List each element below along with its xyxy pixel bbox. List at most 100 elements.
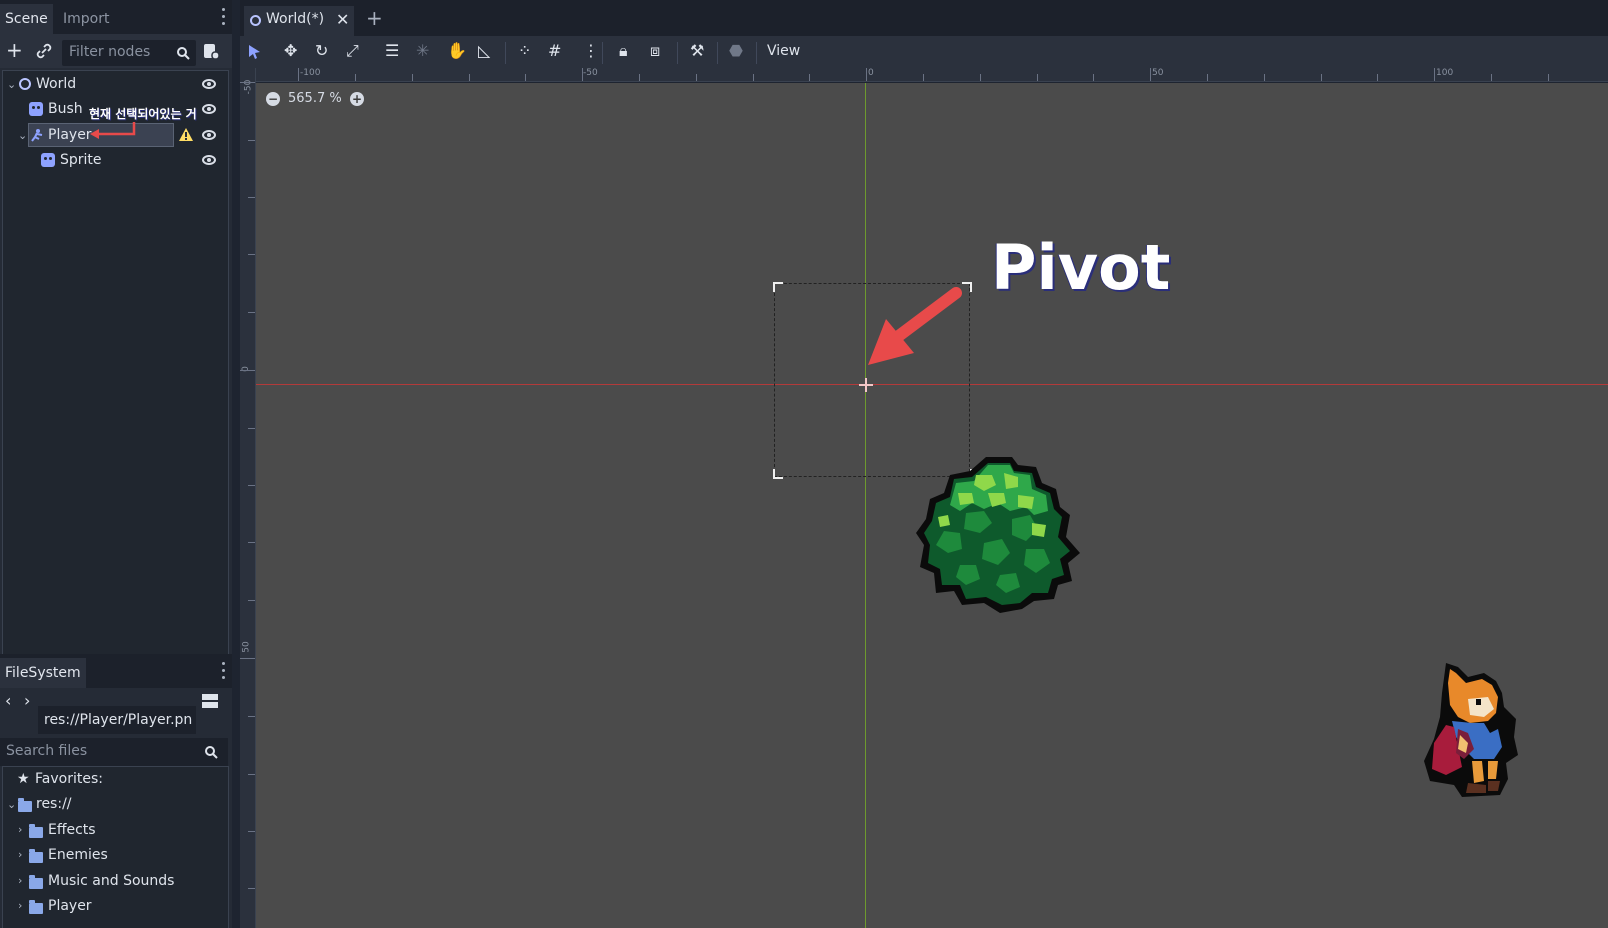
lock-icon[interactable]: 🔒︎ <box>619 43 628 59</box>
visibility-eye-icon[interactable] <box>202 104 216 114</box>
ruler-left: -50 0 50 <box>240 68 256 928</box>
back-arrow-icon[interactable]: ‹ <box>5 691 11 710</box>
chevron-right-icon[interactable]: › <box>18 894 22 918</box>
tree-item-label: Favorites: <box>35 771 103 787</box>
tree-item-label: Bush <box>48 101 83 117</box>
tree-item-world[interactable]: ⌄ World <box>3 72 227 96</box>
tree-item-folder-enemies[interactable]: › Enemies <box>3 843 227 867</box>
toolbar-separator <box>602 42 603 64</box>
add-scene-tab-icon[interactable]: + <box>366 6 383 30</box>
scale-mode-icon[interactable]: ⤢ <box>346 43 359 59</box>
folder-icon <box>29 849 43 863</box>
annotation-arrow-icon <box>90 122 136 139</box>
tree-item-label: World <box>36 76 77 92</box>
grid-snap-icon[interactable]: # <box>548 43 561 59</box>
node2d-icon <box>19 78 31 90</box>
kinematic-body-icon <box>31 129 43 142</box>
tree-item-sprite[interactable]: Sprite <box>3 148 227 172</box>
zoom-level[interactable]: 565.7 % <box>288 91 342 106</box>
visibility-eye-icon[interactable] <box>202 79 216 89</box>
snap-options-icon[interactable]: ⋮ <box>583 43 599 59</box>
tab-scene[interactable]: Scene <box>0 4 53 34</box>
tree-item-favorites[interactable]: ★ Favorites: <box>3 767 227 791</box>
chevron-right-icon[interactable]: › <box>18 843 22 867</box>
tree-item-label: Enemies <box>48 847 108 863</box>
split-view-icon[interactable] <box>202 693 218 709</box>
chevron-right-icon[interactable]: › <box>18 869 22 893</box>
filter-nodes-input[interactable]: Filter nodes <box>62 40 196 66</box>
scene-dock-menu-icon[interactable] <box>220 8 226 26</box>
toolbar-separator <box>505 42 506 64</box>
forward-arrow-icon[interactable]: › <box>24 691 30 710</box>
ruler-label: 0 <box>240 366 251 372</box>
list-select-icon[interactable]: ☰ <box>385 43 399 59</box>
pivot-mode-icon[interactable]: ✳ <box>416 43 429 59</box>
add-node-icon[interactable]: + <box>6 40 23 60</box>
camera-override-icon[interactable]: ⬣ <box>729 43 743 59</box>
bone-icon[interactable]: ⚒ <box>690 43 704 59</box>
warning-icon[interactable] <box>179 128 193 141</box>
node2d-icon <box>250 15 261 26</box>
tree-item-folder-player[interactable]: › Player <box>3 894 227 918</box>
folder-icon <box>29 875 43 889</box>
ruler-label: 50 <box>241 641 252 653</box>
tree-item-label: Sprite <box>60 152 102 168</box>
ruler-label: 50 <box>1152 68 1164 78</box>
tree-item-folder-music[interactable]: › Music and Sounds <box>3 869 227 893</box>
search-files-input[interactable]: Search files <box>0 738 228 766</box>
scene-tabs-bar <box>240 0 1608 36</box>
selection-corner[interactable] <box>773 469 783 479</box>
attach-script-icon[interactable] <box>202 42 220 60</box>
sprite-icon <box>41 153 55 167</box>
selection-corner[interactable] <box>773 282 783 292</box>
visibility-eye-icon[interactable] <box>202 130 216 140</box>
instance-scene-icon[interactable] <box>36 43 52 59</box>
folder-icon <box>18 798 32 812</box>
pan-mode-icon[interactable]: ✋ <box>447 43 467 59</box>
tab-filesystem[interactable]: FileSystem <box>0 658 86 688</box>
bush-sprite[interactable] <box>914 453 1082 615</box>
scene-tree: ⌄ World Bush ⌄ Player Sprite 현재 선택되어있는 거 <box>2 70 229 660</box>
selection-annotation-note: 현재 선택되어있는 거 <box>89 107 197 121</box>
chevron-right-icon[interactable]: › <box>18 818 22 842</box>
visibility-eye-icon[interactable] <box>202 155 216 165</box>
ruler-label: -50 <box>583 68 598 78</box>
zoom-out-icon[interactable]: − <box>266 92 280 106</box>
toolbar-separator <box>717 42 718 64</box>
ruler-mode-icon[interactable]: ◺ <box>478 43 490 59</box>
select-mode-icon[interactable] <box>248 44 262 60</box>
tree-item-res-root[interactable]: ⌄ res:// <box>3 792 227 816</box>
tab-import[interactable]: Import <box>58 4 114 34</box>
player-sprite[interactable] <box>1424 663 1520 799</box>
tree-item-label: Music and Sounds <box>48 873 175 889</box>
move-mode-icon[interactable]: ✥ <box>284 43 297 59</box>
pivot-annotation-label: Pivot <box>991 231 1171 304</box>
star-icon: ★ <box>17 771 30 787</box>
scene-tab-label: World(*) <box>266 11 325 27</box>
tab-world-scene[interactable]: World(*) ✕ <box>244 6 354 36</box>
smart-snap-icon[interactable]: ⁘ <box>518 43 531 59</box>
filesystem-path-field[interactable]: res://Player/Player.pn <box>38 706 196 734</box>
left-dock: Scene Import + Filter nodes ⌄ World Bush <box>0 0 232 928</box>
chevron-down-icon[interactable]: ⌄ <box>18 124 27 148</box>
chevron-down-icon[interactable]: ⌄ <box>7 793 16 817</box>
toolbar-separator <box>677 42 678 64</box>
filesystem-dock-menu-icon[interactable] <box>220 662 226 680</box>
close-icon[interactable]: ✕ <box>336 10 349 29</box>
zoom-in-icon[interactable]: + <box>350 92 364 106</box>
view-menu[interactable]: View <box>767 43 800 59</box>
sprite-icon <box>29 102 43 116</box>
search-icon <box>205 746 218 759</box>
group-icon[interactable]: ⧈ <box>650 43 660 59</box>
tree-item-label: res:// <box>36 796 72 812</box>
tree-item-label: Effects <box>48 822 96 838</box>
folder-icon <box>29 900 43 914</box>
rotate-mode-icon[interactable]: ↻ <box>315 43 328 59</box>
chevron-down-icon[interactable]: ⌄ <box>7 73 16 97</box>
ruler-label: 100 <box>1436 68 1454 78</box>
ruler-top: -100 -50 0 50 100 <box>256 68 1608 82</box>
canvas-viewport[interactable]: − 565.7 % + Pivot <box>256 83 1608 928</box>
tree-item-folder-effects[interactable]: › Effects <box>3 818 227 842</box>
ruler-label: -100 <box>300 68 321 78</box>
pivot-annotation-arrow-icon <box>868 287 962 365</box>
